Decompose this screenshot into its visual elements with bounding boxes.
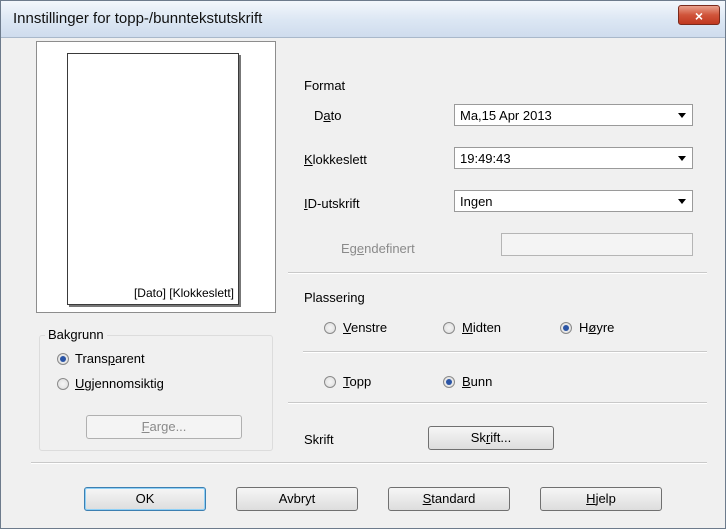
right-radio[interactable]	[560, 322, 572, 334]
top-label[interactable]: Topp	[343, 374, 371, 389]
format-heading: Format	[304, 78, 346, 93]
top-radio[interactable]	[324, 376, 336, 388]
left-radio[interactable]	[324, 322, 336, 334]
chevron-down-icon	[678, 199, 686, 204]
placement-heading: Plassering	[304, 290, 365, 305]
time-label: Klokkeslett	[304, 152, 367, 167]
left-label[interactable]: Venstre	[343, 320, 387, 335]
opaque-label[interactable]: Ugjennomsiktig	[75, 376, 164, 391]
divider	[288, 402, 707, 404]
preview-text: [Dato] [Klokkeslett]	[133, 286, 234, 300]
id-print-select[interactable]: Ingen	[454, 190, 693, 212]
background-legend: Bakgrunn	[45, 327, 107, 342]
standard-button[interactable]: Standard	[388, 487, 510, 511]
dialog-title: Innstillinger for topp-/bunntekstutskrif…	[13, 10, 263, 27]
preview-panel: [Dato] [Klokkeslett]	[36, 41, 276, 313]
page-preview: [Dato] [Klokkeslett]	[67, 53, 239, 305]
id-print-label: ID-utskrift	[304, 196, 360, 211]
close-button[interactable]: ×	[678, 5, 720, 25]
date-value: Ma,15 Apr 2013	[460, 108, 552, 123]
opaque-radio[interactable]	[57, 378, 69, 390]
custom-label: Egendefinert	[341, 241, 415, 256]
title-bar: Innstillinger for topp-/bunntekstutskrif…	[1, 1, 725, 38]
dialog-window: Innstillinger for topp-/bunntekstutskrif…	[0, 0, 726, 529]
divider	[31, 462, 707, 464]
bottom-label[interactable]: Bunn	[462, 374, 492, 389]
divider	[288, 272, 707, 274]
time-value: 19:49:43	[460, 151, 511, 166]
chevron-down-icon	[678, 113, 686, 118]
center-radio[interactable]	[443, 322, 455, 334]
id-print-value: Ingen	[460, 194, 493, 209]
transparent-radio[interactable]	[57, 353, 69, 365]
help-button[interactable]: Hjelp	[540, 487, 662, 511]
color-button[interactable]: Farge...	[86, 415, 242, 439]
chevron-down-icon	[678, 156, 686, 161]
date-select[interactable]: Ma,15 Apr 2013	[454, 104, 693, 126]
date-label: Dato	[314, 108, 342, 123]
bottom-radio[interactable]	[443, 376, 455, 388]
divider	[303, 351, 707, 353]
right-label[interactable]: Høyre	[579, 320, 614, 335]
time-select[interactable]: 19:49:43	[454, 147, 693, 169]
center-label[interactable]: Midten	[462, 320, 501, 335]
ok-button[interactable]: OK	[84, 487, 206, 511]
custom-input[interactable]	[501, 233, 693, 256]
cancel-button[interactable]: Avbryt	[236, 487, 358, 511]
font-button[interactable]: Skrift...	[428, 426, 554, 450]
font-label: Skrift	[304, 432, 334, 447]
transparent-label[interactable]: Transparent	[75, 351, 145, 366]
